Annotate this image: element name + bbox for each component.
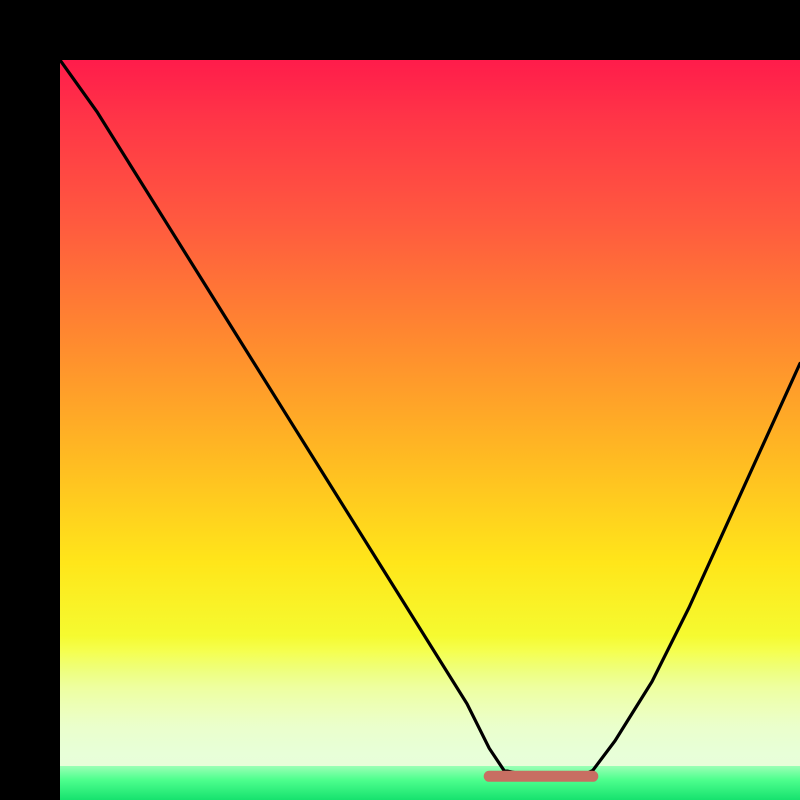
chart-frame bbox=[0, 0, 800, 800]
plot-area bbox=[60, 60, 800, 800]
heat-gradient-background bbox=[60, 60, 800, 800]
green-bottom-strip bbox=[60, 766, 800, 800]
chart-container: TheBottleneck.com bbox=[0, 0, 800, 800]
